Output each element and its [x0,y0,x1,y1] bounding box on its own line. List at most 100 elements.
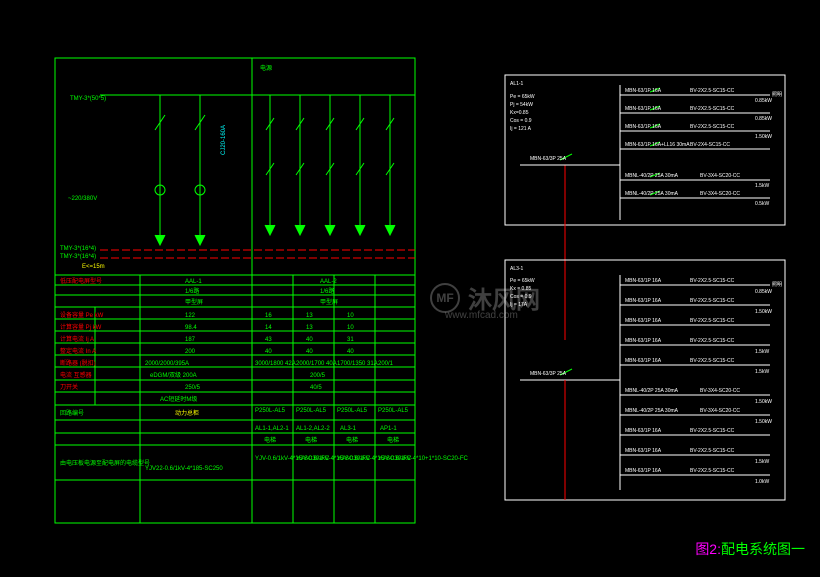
svg-text:122: 122 [185,313,196,319]
svg-text:AP1-1: AP1-1 [380,426,397,432]
svg-text:40: 40 [265,349,272,355]
svg-text:计算电流 Ij A: 计算电流 Ij A [60,335,94,343]
svg-text:由电压板电源至配电屏的电缆型号: 由电压板电源至配电屏的电缆型号 [60,459,150,467]
svg-text:TMY-3*(50*5): TMY-3*(50*5) [70,96,106,102]
svg-text:MBN-63/3P 25A: MBN-63/3P 25A [530,371,567,377]
svg-text:Pj = 54kW: Pj = 54kW [510,102,533,108]
svg-text:YJV-0.6/1kV-4*10+1*10-SC20-FC: YJV-0.6/1kV-4*10+1*10-SC20-FC [378,456,469,462]
svg-text:0.85kW: 0.85kW [755,116,772,122]
svg-text:250/5: 250/5 [185,385,201,391]
svg-text:2000/1700 40A: 2000/1700 40A [296,361,337,367]
svg-text:10: 10 [347,313,354,319]
svg-text:AL1-2,AL2-2: AL1-2,AL2-2 [296,426,330,432]
svg-text:AL1-1: AL1-1 [510,81,524,87]
svg-text:40: 40 [306,349,313,355]
svg-text:1700/1350 31A: 1700/1350 31A [337,361,378,367]
svg-text:BV-2X2.5-SC15-CC: BV-2X2.5-SC15-CC [690,428,735,434]
svg-text:回路编号: 回路编号 [60,409,84,417]
svg-text:MBNL-40/2P 25A 30mA: MBNL-40/2P 25A 30mA [625,173,679,179]
svg-text:AC短延时M级: AC短延时M级 [160,395,197,403]
svg-text:AL3-1: AL3-1 [340,426,357,432]
svg-text:1.5kW: 1.5kW [755,459,769,465]
svg-text:BV-2X2.5-SC15-CC: BV-2X2.5-SC15-CC [690,278,735,284]
svg-text:1.5kW: 1.5kW [755,183,769,189]
svg-text:BV-2X2.5-SC15-CC: BV-2X2.5-SC15-CC [690,358,735,364]
svg-text:2000/2000/395A: 2000/2000/395A [145,361,189,367]
svg-text:1.0kW: 1.0kW [755,479,769,485]
svg-text:P250L-AL5: P250L-AL5 [255,408,286,414]
figure-title: 配电系统图一 [721,541,805,557]
svg-text:甲型屏: 甲型屏 [185,298,203,306]
svg-text:YJV22-0.6/1kV-4*185-SC250: YJV22-0.6/1kV-4*185-SC250 [145,466,223,472]
watermark-url: www.mfcad.com [445,310,518,321]
svg-text:1.50kW: 1.50kW [755,134,772,140]
svg-text:1.5kW: 1.5kW [755,349,769,355]
figure-caption: 图2:配电系统图一 [695,539,805,559]
svg-text:BV-2X2.5-SC15-CC: BV-2X2.5-SC15-CC [690,106,735,112]
svg-text:电梯: 电梯 [346,436,358,444]
svg-text:Pe = 65kW: Pe = 65kW [510,94,535,100]
svg-text:MBN-63/1P 16A: MBN-63/1P 16A [625,468,662,474]
svg-text:3000/1800 42A: 3000/1800 42A [255,361,296,367]
svg-text:动力总柜: 动力总柜 [175,409,199,417]
svg-text:MBN-63/3P 25A: MBN-63/3P 25A [530,156,567,162]
svg-text:10: 10 [347,325,354,331]
svg-text:0.85kW: 0.85kW [755,98,772,104]
svg-text:BV-2X2.5-SC15-CC: BV-2X2.5-SC15-CC [690,124,735,130]
svg-text:187: 187 [185,337,196,343]
svg-text:AL1-1,AL2-1: AL1-1,AL2-1 [255,426,289,432]
svg-text:MBN-63/1P 16A: MBN-63/1P 16A [625,338,662,344]
svg-text:1.50kW: 1.50kW [755,419,772,425]
svg-text:电流 互感器: 电流 互感器 [60,371,92,379]
svg-text:MBNL-40/2P 25A 30mA: MBNL-40/2P 25A 30mA [625,191,679,197]
svg-text:MBN-63/1P 16A: MBN-63/1P 16A [625,318,662,324]
svg-text:断路器 (脱扣): 断路器 (脱扣) [60,359,96,367]
svg-text:200: 200 [185,349,196,355]
svg-text:13: 13 [306,325,313,331]
svg-text:1.5kW: 1.5kW [755,369,769,375]
svg-text:P250L-AL5: P250L-AL5 [337,408,368,414]
svg-text:Kx=0.85: Kx=0.85 [510,110,529,116]
svg-text:刀开关: 刀开关 [60,383,78,391]
svg-text:BV-2X2.5-SC15-CC: BV-2X2.5-SC15-CC [690,298,735,304]
svg-text:BV-3X4-SC20-CC: BV-3X4-SC20-CC [700,191,740,197]
svg-text:CJ20-160A: CJ20-160A [221,125,227,155]
svg-text:低压配电屏型号: 低压配电屏型号 [60,277,102,285]
svg-text:31: 31 [347,337,354,343]
svg-text:P250L-AL5: P250L-AL5 [378,408,409,414]
svg-text:P250L-AL5: P250L-AL5 [296,408,327,414]
svg-text:MBN-63/1P 16A: MBN-63/1P 16A [625,298,662,304]
svg-text:电源: 电源 [260,64,272,72]
svg-text:Cos = 0.9: Cos = 0.9 [510,118,532,124]
svg-text:0.85kW: 0.85kW [755,289,772,295]
svg-text:MBN-63/1P 16A+LL16 30mA: MBN-63/1P 16A+LL16 30mA [625,142,690,148]
svg-text:MBN-63/1P 16A: MBN-63/1P 16A [625,428,662,434]
svg-text:0.5kW: 0.5kW [755,201,769,207]
svg-text:AAL-2: AAL-2 [320,279,337,285]
svg-text:整定电流 In A: 整定电流 In A [60,347,96,355]
svg-text:40: 40 [306,337,313,343]
svg-text:计算容量 Pj kW: 计算容量 Pj kW [60,323,102,331]
figure-number: 图2 [695,541,717,557]
svg-text:13: 13 [306,313,313,319]
svg-text:200/1: 200/1 [378,361,394,367]
svg-text:98.4: 98.4 [185,325,197,331]
svg-text:40/5: 40/5 [310,385,322,391]
svg-text:MBN-63/1P 16A: MBN-63/1P 16A [625,106,662,112]
svg-text:BV-3X4-SC20-CC: BV-3X4-SC20-CC [700,388,740,394]
svg-text:AL3-1: AL3-1 [510,266,524,272]
svg-text:E<=15m: E<=15m [82,264,105,270]
svg-text:照明: 照明 [772,92,782,98]
svg-text:eDGM/双级 200A: eDGM/双级 200A [150,371,197,379]
cad-drawing: CJ20-160A TMY-3*(50*5) 电源 ~220/380V TMY-… [0,0,820,577]
svg-text:~220/380V: ~220/380V [68,196,97,202]
svg-text:43: 43 [265,337,272,343]
svg-text:BV-2X2.5-SC15-CC: BV-2X2.5-SC15-CC [690,318,735,324]
watermark-icon: MF [430,283,460,313]
svg-text:甲型屏: 甲型屏 [320,298,338,306]
svg-text:BV-2X4-SC15-CC: BV-2X4-SC15-CC [690,142,730,148]
svg-text:BV-3X4-SC20-CC: BV-3X4-SC20-CC [700,408,740,414]
svg-text:电梯: 电梯 [264,436,276,444]
svg-text:TMY-3*(16*4): TMY-3*(16*4) [60,246,96,252]
svg-text:MBNL-40/2P 25A 30mA: MBNL-40/2P 25A 30mA [625,388,679,394]
